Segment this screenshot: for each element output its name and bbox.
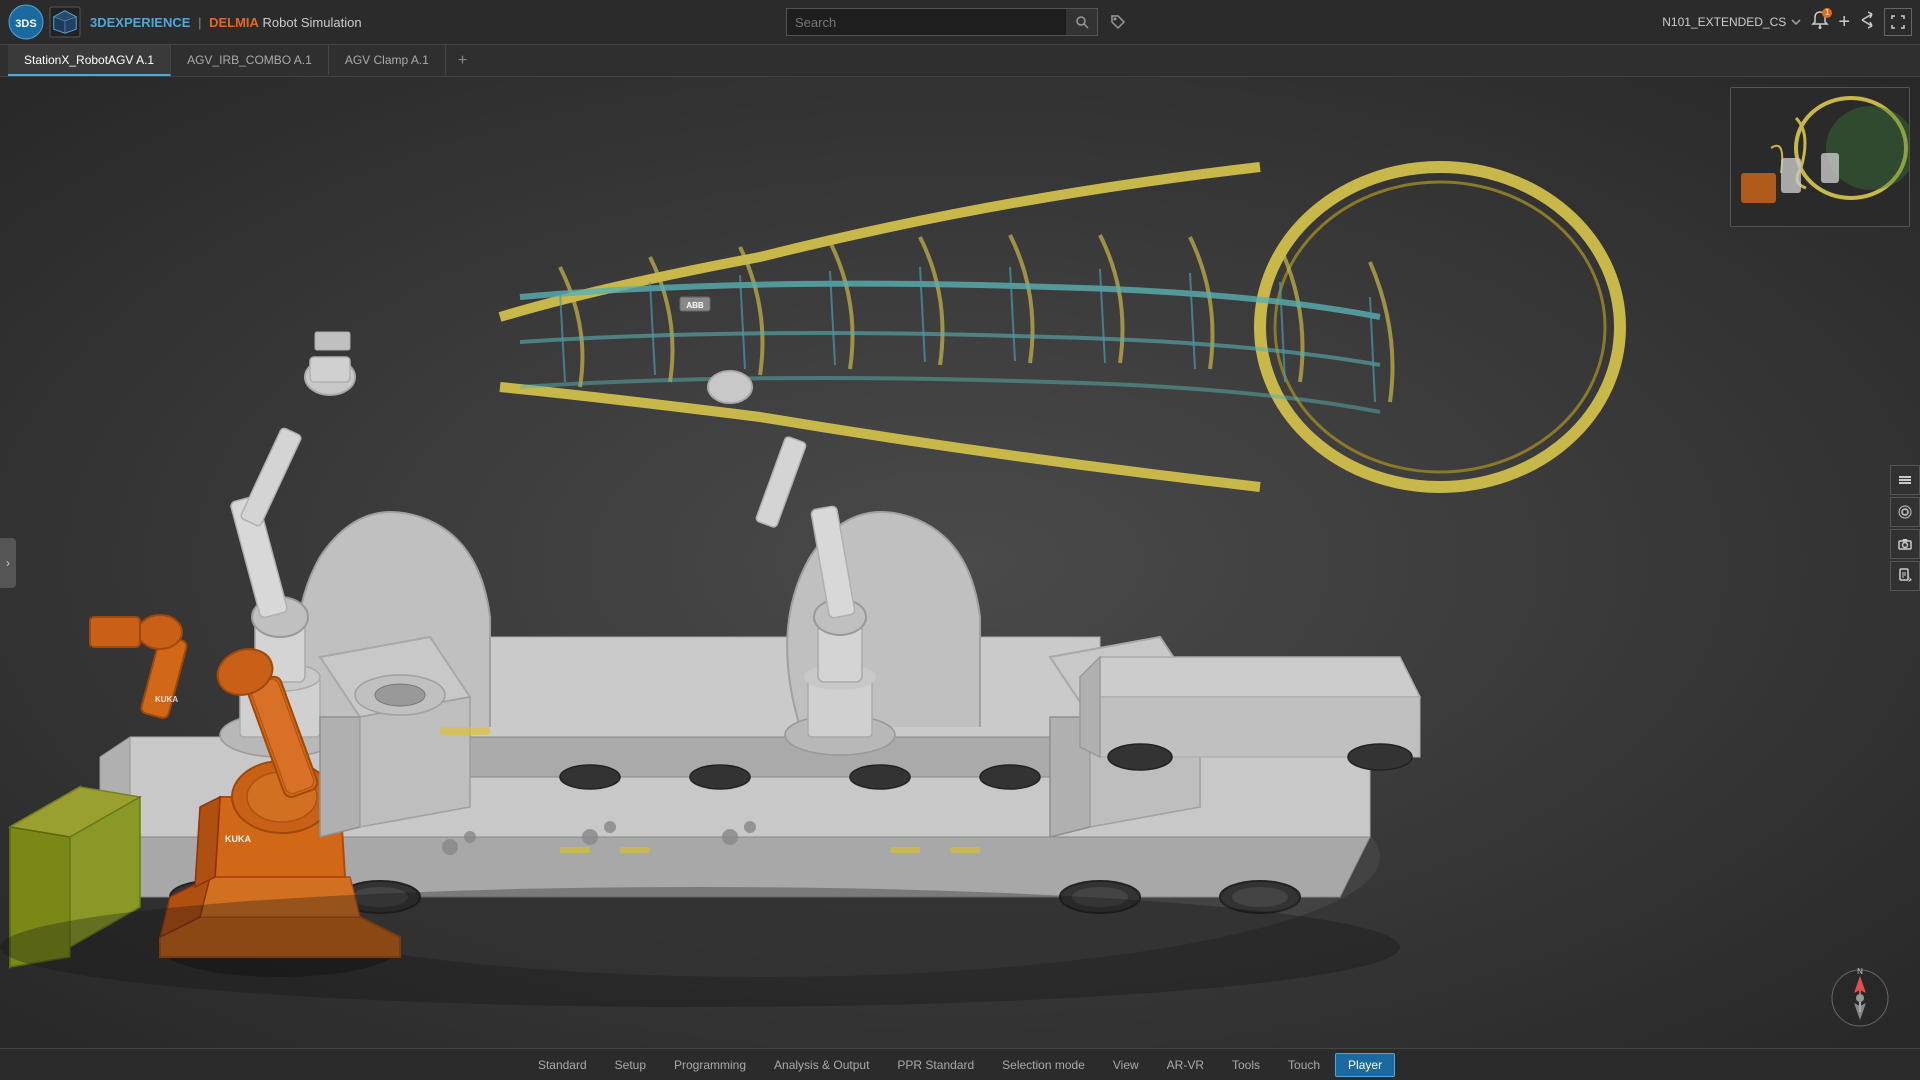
tab-analysis-output[interactable]: Analysis & Output bbox=[761, 1053, 882, 1077]
add-button[interactable]: + bbox=[1838, 12, 1850, 32]
viewport-3d[interactable]: ABB bbox=[0, 77, 1920, 1048]
search-icon bbox=[1075, 15, 1089, 29]
chevron-right-icon: › bbox=[6, 556, 10, 570]
document-icon bbox=[1897, 568, 1913, 584]
user-badge[interactable]: N101_EXTENDED_CS bbox=[1662, 15, 1802, 29]
bottom-toolbar: Standard Setup Programming Analysis & Ou… bbox=[0, 1048, 1920, 1080]
right-panel-tools bbox=[1890, 465, 1920, 591]
share-button[interactable] bbox=[1858, 11, 1876, 34]
right-tool-2[interactable] bbox=[1890, 497, 1920, 527]
scene-svg: ABB bbox=[0, 77, 1920, 1048]
add-tab-button[interactable]: + bbox=[446, 45, 479, 76]
tab-touch[interactable]: Touch bbox=[1275, 1053, 1333, 1077]
search-button[interactable] bbox=[1066, 8, 1098, 36]
svg-text:3DS: 3DS bbox=[15, 18, 36, 30]
chevron-down-icon bbox=[1790, 16, 1802, 28]
app-logo[interactable]: 3DS bbox=[8, 4, 82, 40]
scene-3d: ABB bbox=[0, 77, 1920, 1048]
svg-text:KUKA: KUKA bbox=[225, 834, 251, 844]
tab-programming[interactable]: Programming bbox=[661, 1053, 759, 1077]
fullscreen-icon bbox=[1891, 15, 1905, 29]
mini-view-svg bbox=[1731, 88, 1910, 227]
tag-icon bbox=[1110, 14, 1126, 30]
right-tool-4[interactable] bbox=[1890, 561, 1920, 591]
fullscreen-button[interactable] bbox=[1884, 8, 1912, 36]
app-cube-icon bbox=[48, 5, 82, 39]
compass-widget[interactable]: N bbox=[1830, 968, 1890, 1028]
compass-svg: N bbox=[1830, 968, 1890, 1028]
panel-expand-handle[interactable]: › bbox=[0, 538, 16, 588]
app-title: 3DEXPERIENCE | DELMIA Robot Simulation bbox=[90, 15, 362, 30]
search-bar bbox=[786, 8, 1134, 36]
right-tool-3[interactable] bbox=[1890, 529, 1920, 559]
tab-ar-vr[interactable]: AR-VR bbox=[1154, 1053, 1217, 1077]
svg-text:N: N bbox=[1857, 968, 1863, 976]
camera-icon bbox=[1897, 536, 1913, 552]
notification-button[interactable]: 1 bbox=[1810, 10, 1830, 35]
svg-text:KUKA: KUKA bbox=[155, 695, 178, 704]
tab-agv-irb-combo[interactable]: AGV_IRB_COMBO A.1 bbox=[171, 45, 329, 76]
tab-station-x-robot-agv[interactable]: StationX_RobotAGV A.1 bbox=[8, 45, 171, 76]
share-icon bbox=[1858, 11, 1876, 29]
user-label: N101_EXTENDED_CS bbox=[1662, 15, 1786, 29]
tab-bar: StationX_RobotAGV A.1 AGV_IRB_COMBO A.1 … bbox=[0, 45, 1920, 77]
tab-setup[interactable]: Setup bbox=[602, 1053, 659, 1077]
tab-tools[interactable]: Tools bbox=[1219, 1053, 1273, 1077]
right-tool-1[interactable] bbox=[1890, 465, 1920, 495]
tab-agv-clamp[interactable]: AGV Clamp A.1 bbox=[329, 45, 446, 76]
tag-filter-button[interactable] bbox=[1102, 8, 1134, 36]
mini-view-canvas bbox=[1731, 88, 1909, 226]
svg-text:ABB: ABB bbox=[686, 301, 704, 310]
notification-badge: 1 bbox=[1822, 8, 1832, 18]
tab-standard[interactable]: Standard bbox=[525, 1053, 600, 1077]
mini-viewport[interactable] bbox=[1730, 87, 1910, 227]
layers-icon bbox=[1897, 472, 1913, 488]
tab-player[interactable]: Player bbox=[1335, 1053, 1395, 1077]
dassault-logo-icon: 3DS bbox=[8, 4, 44, 40]
settings-icon bbox=[1897, 504, 1913, 520]
search-input[interactable] bbox=[786, 8, 1066, 36]
tab-view[interactable]: View bbox=[1100, 1053, 1152, 1077]
tab-selection-mode[interactable]: Selection mode bbox=[989, 1053, 1098, 1077]
topbar-right: N101_EXTENDED_CS 1 + bbox=[1662, 8, 1912, 36]
top-bar: 3DS 3DEXPERIENCE | DELMIA Robot Simulati… bbox=[0, 0, 1920, 45]
tab-ppr-standard[interactable]: PPR Standard bbox=[884, 1053, 987, 1077]
